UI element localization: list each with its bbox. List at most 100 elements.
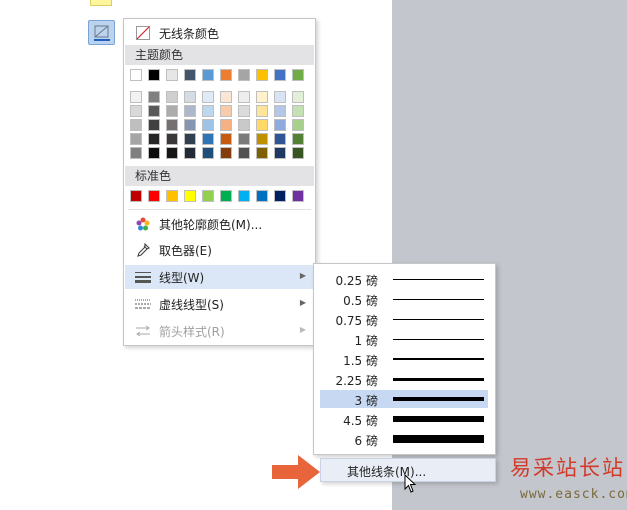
theme-shade-swatch[interactable] bbox=[238, 105, 250, 117]
theme-color-swatch[interactable] bbox=[256, 69, 268, 81]
line-weight-option[interactable]: 2.25 磅 bbox=[320, 370, 488, 388]
highlight-swatch bbox=[90, 0, 112, 6]
theme-color-swatch[interactable] bbox=[274, 69, 286, 81]
line-weight-option[interactable]: 4.5 磅 bbox=[320, 410, 488, 428]
theme-shade-swatch[interactable] bbox=[184, 133, 196, 145]
standard-color-swatch[interactable] bbox=[166, 190, 178, 202]
theme-shade-swatch[interactable] bbox=[256, 147, 268, 159]
standard-color-swatch[interactable] bbox=[220, 190, 232, 202]
standard-color-swatch[interactable] bbox=[292, 190, 304, 202]
theme-shade-swatch[interactable] bbox=[202, 133, 214, 145]
theme-shade-swatch[interactable] bbox=[292, 105, 304, 117]
line-weight-sample bbox=[393, 358, 484, 360]
line-weight-label: 2.25 磅 bbox=[335, 374, 378, 388]
theme-shade-swatch[interactable] bbox=[166, 119, 178, 131]
theme-shade-swatch[interactable] bbox=[166, 91, 178, 103]
theme-shade-swatch[interactable] bbox=[274, 105, 286, 117]
no-line-color-item[interactable]: 无线条颜色 bbox=[125, 21, 314, 45]
standard-color-swatch[interactable] bbox=[148, 190, 160, 202]
menu-separator bbox=[128, 209, 311, 210]
standard-colors-header: 标准色 bbox=[125, 166, 314, 186]
theme-shade-swatch[interactable] bbox=[238, 133, 250, 145]
arrow-style-item[interactable]: 箭头样式(R) ▶ bbox=[125, 319, 314, 343]
line-weight-option[interactable]: 1.5 磅 bbox=[320, 350, 488, 368]
standard-color-swatch[interactable] bbox=[238, 190, 250, 202]
theme-shade-swatch[interactable] bbox=[292, 133, 304, 145]
theme-shade-swatch[interactable] bbox=[292, 147, 304, 159]
theme-shade-swatch[interactable] bbox=[256, 133, 268, 145]
line-weight-option[interactable]: 0.5 磅 bbox=[320, 290, 488, 308]
theme-shade-swatch[interactable] bbox=[292, 119, 304, 131]
eyedropper-item[interactable]: 取色器(E) bbox=[125, 238, 314, 262]
theme-shade-swatch[interactable] bbox=[238, 91, 250, 103]
theme-color-swatch[interactable] bbox=[238, 69, 250, 81]
theme-color-swatch[interactable] bbox=[202, 69, 214, 81]
theme-shade-swatch[interactable] bbox=[130, 105, 142, 117]
standard-color-swatch[interactable] bbox=[184, 190, 196, 202]
theme-shade-swatch[interactable] bbox=[184, 91, 196, 103]
theme-shade-swatch[interactable] bbox=[292, 91, 304, 103]
theme-shade-swatch[interactable] bbox=[130, 133, 142, 145]
dash-style-item[interactable]: 虚线线型(S) ▶ bbox=[125, 292, 314, 316]
theme-shade-swatch[interactable] bbox=[202, 119, 214, 131]
line-color-button[interactable] bbox=[88, 20, 115, 45]
theme-shade-swatch[interactable] bbox=[220, 119, 232, 131]
standard-color-swatch[interactable] bbox=[256, 190, 268, 202]
theme-shade-swatch[interactable] bbox=[274, 91, 286, 103]
theme-shade-swatch[interactable] bbox=[274, 119, 286, 131]
theme-shade-swatch[interactable] bbox=[256, 91, 268, 103]
line-weight-option[interactable]: 0.25 磅 bbox=[320, 270, 488, 288]
theme-shade-swatch[interactable] bbox=[238, 119, 250, 131]
line-weight-option[interactable]: 6 磅 bbox=[320, 430, 488, 448]
theme-shade-swatch[interactable] bbox=[148, 147, 160, 159]
submenu-arrow-icon: ▶ bbox=[299, 298, 306, 307]
line-style-item[interactable]: 线型(W) ▶ bbox=[125, 265, 314, 289]
theme-shade-swatch[interactable] bbox=[220, 105, 232, 117]
theme-shade-swatch[interactable] bbox=[274, 147, 286, 159]
standard-color-swatch[interactable] bbox=[202, 190, 214, 202]
no-line-color-label: 无线条颜色 bbox=[159, 26, 220, 41]
theme-shade-swatch[interactable] bbox=[130, 91, 142, 103]
theme-shade-swatch[interactable] bbox=[130, 147, 142, 159]
line-weight-option[interactable]: 0.75 磅 bbox=[320, 310, 488, 328]
theme-color-swatch[interactable] bbox=[220, 69, 232, 81]
theme-color-swatch[interactable] bbox=[292, 69, 304, 81]
theme-shade-swatch[interactable] bbox=[166, 133, 178, 145]
line-weight-label: 1.5 磅 bbox=[343, 354, 378, 368]
line-weight-option[interactable]: 3 磅 bbox=[320, 390, 488, 408]
theme-shade-swatch[interactable] bbox=[148, 91, 160, 103]
theme-shade-swatch[interactable] bbox=[148, 119, 160, 131]
theme-shade-swatch[interactable] bbox=[166, 105, 178, 117]
theme-color-swatch[interactable] bbox=[148, 69, 160, 81]
dash-style-icon bbox=[131, 292, 155, 316]
theme-shade-swatch[interactable] bbox=[256, 119, 268, 131]
theme-shade-swatch[interactable] bbox=[166, 147, 178, 159]
theme-color-swatch[interactable] bbox=[166, 69, 178, 81]
standard-color-swatch[interactable] bbox=[274, 190, 286, 202]
line-weight-option[interactable]: 1 磅 bbox=[320, 330, 488, 348]
line-weight-sample bbox=[393, 397, 484, 401]
theme-shade-swatch[interactable] bbox=[256, 105, 268, 117]
theme-shade-swatch[interactable] bbox=[202, 105, 214, 117]
theme-shade-swatch[interactable] bbox=[184, 119, 196, 131]
theme-color-swatch[interactable] bbox=[184, 69, 196, 81]
standard-color-swatch[interactable] bbox=[130, 190, 142, 202]
theme-shade-swatch[interactable] bbox=[130, 119, 142, 131]
no-color-icon bbox=[131, 21, 155, 45]
theme-shade-swatch[interactable] bbox=[202, 147, 214, 159]
theme-shade-swatch[interactable] bbox=[238, 147, 250, 159]
line-weight-sample bbox=[393, 299, 484, 300]
theme-shade-swatch[interactable] bbox=[220, 133, 232, 145]
theme-color-swatch[interactable] bbox=[130, 69, 142, 81]
theme-shade-swatch[interactable] bbox=[202, 91, 214, 103]
theme-shade-swatch[interactable] bbox=[274, 133, 286, 145]
line-weight-label: 0.25 磅 bbox=[335, 274, 378, 288]
theme-shade-swatch[interactable] bbox=[148, 133, 160, 145]
theme-shade-swatch[interactable] bbox=[220, 91, 232, 103]
pointing-arrow-icon bbox=[272, 455, 320, 489]
theme-shade-swatch[interactable] bbox=[148, 105, 160, 117]
theme-shade-swatch[interactable] bbox=[184, 105, 196, 117]
theme-shade-swatch[interactable] bbox=[220, 147, 232, 159]
more-outline-colors-item[interactable]: 其他轮廓颜色(M)... bbox=[125, 212, 314, 236]
theme-shade-swatch[interactable] bbox=[184, 147, 196, 159]
